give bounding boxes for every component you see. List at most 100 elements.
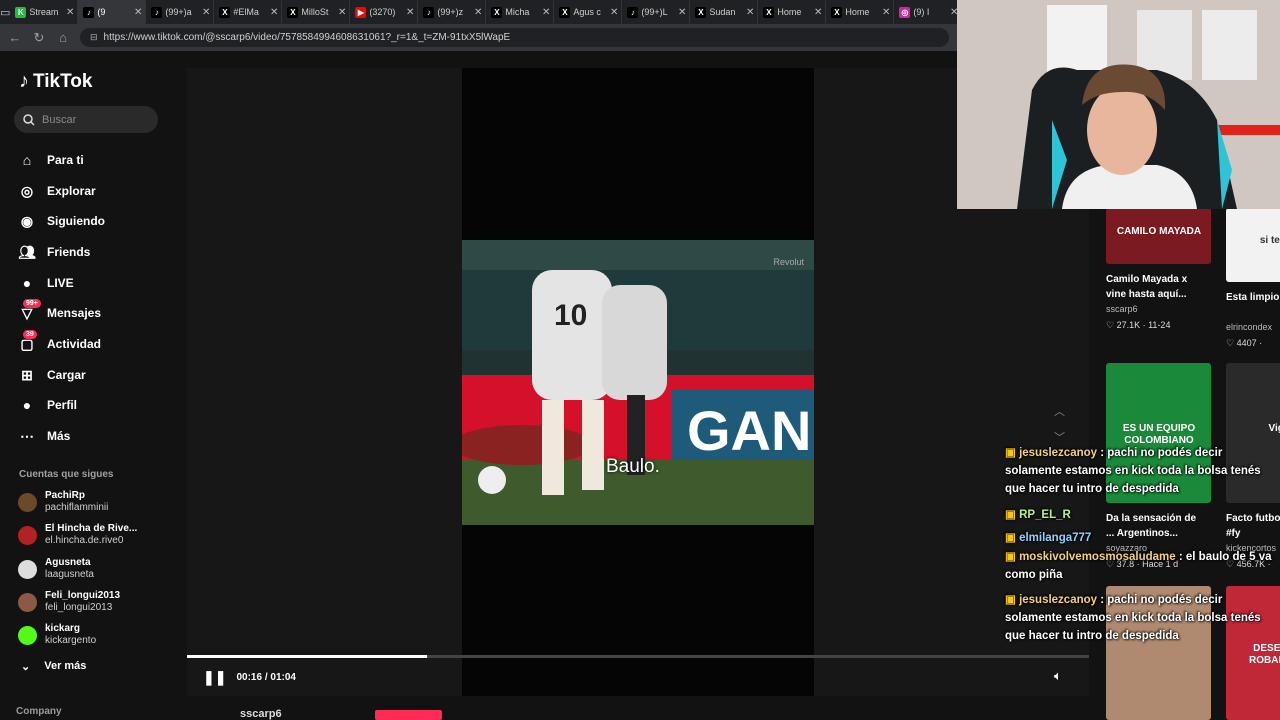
nav-item-actividad[interactable]: ▢ 39 Actividad [18, 330, 102, 356]
close-tab-icon[interactable]: ✕ [134, 7, 142, 18]
browser-tab[interactable]: X MilloSt ✕ [282, 0, 351, 24]
tab-favicon-icon: X [287, 6, 299, 18]
webcam-image [957, 0, 1280, 209]
browser-tab[interactable]: ◎(9) I ✕ [894, 0, 957, 24]
following-account[interactable]: El Hincha de Rive... el.hincha.de.rive0 [18, 522, 137, 548]
close-tab-icon[interactable]: ✕ [950, 7, 957, 18]
nav-label: Mensajes [47, 306, 102, 320]
browser-tab[interactable]: ▶ (3270) ✕ [350, 0, 419, 24]
see-more-button[interactable]: ⌄ Ver más [21, 660, 86, 673]
browser-tab[interactable]: X Sudan ✕ [690, 0, 759, 24]
following-account[interactable]: kickarg kickargento [18, 622, 96, 648]
nav-item-mensajes[interactable]: ▽ 99+ Mensajes [18, 299, 102, 325]
close-tab-icon[interactable]: ✕ [610, 7, 618, 18]
company-link[interactable]: Company [16, 706, 62, 717]
nav-item-para-ti[interactable]: ⌂ Para ti [18, 148, 84, 172]
recommended-video-user[interactable]: elrincondex [1226, 322, 1272, 332]
close-tab-icon[interactable]: ✕ [542, 7, 550, 18]
browser-tab[interactable]: X Agus c ✕ [554, 0, 623, 24]
pause-icon[interactable]: ❚❚ [203, 669, 226, 686]
chat-message: ▣ jesuslezcanoy : pachi no podés decir s… [1005, 444, 1280, 498]
nav-item-live[interactable]: ● LIVE [18, 271, 74, 295]
recommended-video-thumbnail[interactable]: si tengo [1226, 208, 1280, 282]
chat-username: jesuslezcanoy [1019, 447, 1098, 459]
following-account[interactable]: Feli_longui2013 feli_longui2013 [18, 589, 120, 615]
nav-label: LIVE [47, 276, 74, 290]
following-account[interactable]: Agusneta laagusneta [18, 556, 94, 582]
browser-tab[interactable]: X Micha ✕ [486, 0, 555, 24]
search-input[interactable]: Buscar [14, 106, 158, 133]
thumbnail-text: CAMILO MAYADA [1116, 226, 1202, 237]
browser-tab[interactable]: ♪ (99+)a ✕ [146, 0, 215, 24]
notification-badge: 99+ [23, 299, 41, 308]
tab-title: MilloSt [301, 7, 329, 17]
video-image: GAN San 10 Revolut Baulo. [462, 240, 814, 525]
following-account[interactable]: PachiRp pachiflamminii [18, 489, 108, 515]
next-video-icon[interactable]: ﹀ [1054, 429, 1065, 445]
nav-item-friends[interactable]: 👥︎ Friends [18, 240, 90, 264]
close-tab-icon[interactable]: ✕ [270, 7, 278, 18]
browser-tab[interactable]: ♪ (9 ✕ [78, 0, 147, 24]
home-icon: ⌂ [22, 152, 32, 168]
video-player[interactable]: GAN San 10 Revolut Baulo. [187, 68, 1089, 696]
video-caption: Baulo. [606, 456, 660, 477]
nav-label: Actividad [47, 337, 102, 351]
video-progress-bar[interactable] [187, 655, 1089, 658]
recommended-video-title[interactable]: Esta limpio #fyp... [1226, 290, 1280, 320]
address-bar[interactable]: ⊟ https://www.tiktok.com/@sscarp6/video/… [80, 28, 949, 47]
account-name: kickarg [45, 623, 81, 634]
nav-item-siguiendo[interactable]: ◉ Siguiendo [18, 209, 105, 233]
site-info-icon[interactable]: ⊟ [90, 32, 98, 43]
tab-favicon-icon: X [559, 6, 571, 18]
heart-icon: ♡ [1226, 338, 1237, 348]
tiktok-logo[interactable]: ♪ TikTok [19, 70, 92, 93]
nav-item-más[interactable]: ⋯ Más [18, 424, 70, 448]
home-icon[interactable]: ⌂ [56, 30, 70, 45]
browser-tab[interactable]: K Stream ✕ [10, 0, 79, 24]
reload-icon[interactable]: ↻ [32, 30, 46, 46]
close-tab-icon[interactable]: ✕ [406, 7, 414, 18]
chat-badge-icon: ▣ [1005, 509, 1020, 521]
recommended-video-thumbnail[interactable]: CAMILO MAYADA [1106, 208, 1211, 264]
nav-label: Perfil [47, 398, 78, 412]
recommended-video-title[interactable]: Camilo Mayada x vine hasta aquí... [1106, 272, 1202, 302]
close-tab-icon[interactable]: ✕ [474, 7, 482, 18]
sidebar: ♪ TikTok Buscar ⌂ Para ti ◎ Explorar ◉ Siguie… [0, 51, 186, 720]
close-tab-icon[interactable]: ✕ [202, 7, 210, 18]
previous-video-icon[interactable]: ︿ [1054, 403, 1065, 419]
browser-toolbar: ← ↻ ⌂ ⊟ https://www.tiktok.com/@sscarp6/… [0, 24, 957, 51]
tab-title: #ElMa [233, 7, 259, 17]
messages-icon: ▽ 99+ [18, 299, 41, 322]
progress-fill [187, 655, 427, 658]
close-tab-icon[interactable]: ✕ [814, 7, 822, 18]
browser-tab[interactable]: X Home ✕ [758, 0, 827, 24]
tab-favicon-icon: ♪ [151, 6, 163, 18]
recommended-video-user[interactable]: sscarp6 [1106, 304, 1138, 314]
search-icon [23, 113, 35, 126]
browser-tab[interactable]: ♪ (99+)L ✕ [622, 0, 691, 24]
close-tab-icon[interactable]: ✕ [678, 7, 686, 18]
nav-item-perfil[interactable]: ● Perfil [18, 393, 77, 417]
nav-item-explorar[interactable]: ◎ Explorar [18, 179, 96, 203]
follow-button[interactable] [375, 710, 442, 720]
friends-icon: 👥︎ [18, 243, 36, 260]
sponsor-watermark: Revolut [773, 257, 804, 267]
browser-tab[interactable]: X #ElMa ✕ [214, 0, 283, 24]
tab-title: (99+)L [641, 7, 668, 17]
avatar [18, 625, 37, 645]
volume-icon[interactable]: 🔈︎ [1054, 668, 1062, 684]
window-menu-icon[interactable]: ▭ [0, 0, 10, 24]
nav-item-cargar[interactable]: ⊞ Cargar [18, 363, 86, 387]
back-icon[interactable]: ← [8, 30, 22, 45]
upload-icon: ⊞ [21, 366, 33, 383]
close-tab-icon[interactable]: ✕ [746, 7, 754, 18]
close-tab-icon[interactable]: ✕ [338, 7, 346, 18]
video-frame[interactable]: GAN San 10 Revolut Baulo. [462, 68, 814, 696]
browser-tab[interactable]: X Home ✕ [826, 0, 895, 24]
tab-favicon-icon: ♪ [627, 6, 639, 18]
close-tab-icon[interactable]: ✕ [882, 7, 890, 18]
browser-tab[interactable]: ♪ (99+)z ✕ [418, 0, 487, 24]
close-tab-icon[interactable]: ✕ [66, 7, 74, 18]
compass-icon: ◎ [20, 182, 34, 199]
author-name[interactable]: sscarp6 [240, 708, 282, 720]
